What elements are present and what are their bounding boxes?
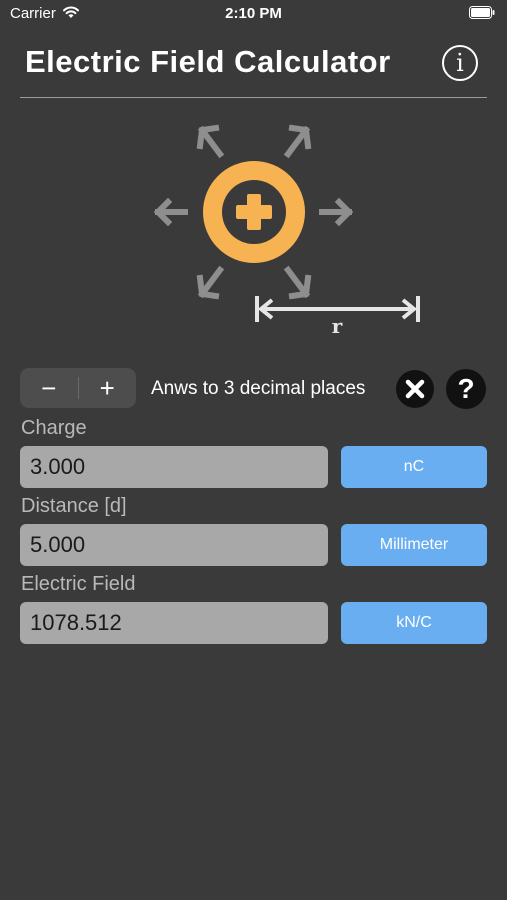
distance-label: r [332,314,343,338]
clear-button[interactable] [396,370,434,408]
arrow-down-right-icon [283,265,312,300]
charge-input[interactable]: 3.000 [20,446,328,488]
info-button[interactable]: i [442,45,478,81]
distance-unit-button[interactable]: Millimeter [341,524,487,566]
electric-field-output[interactable]: 1078.512 [20,602,328,644]
electric-field-unit-button[interactable]: kN/C [341,602,487,644]
battery-icon [469,6,495,19]
precision-stepper[interactable]: − + [20,368,136,408]
arrow-up-left-icon [196,124,225,159]
status-time: 2:10 PM [225,5,282,22]
charge-label: Charge [21,417,87,439]
increment-button[interactable]: + [79,368,137,408]
status-bar: Carrier 2:10 PM [0,0,507,28]
help-button[interactable]: ? [446,369,486,409]
arrow-left-icon [153,197,188,227]
arrow-down-left-icon [196,265,225,300]
arrow-up-right-icon [283,124,312,159]
positive-charge-icon [203,161,305,263]
close-icon [405,379,425,399]
header-divider [20,97,487,98]
distance-label-field: Distance [d] [21,495,127,517]
distance-input[interactable]: 5.000 [20,524,328,566]
electric-field-label: Electric Field [21,573,136,595]
precision-label: Anws to 3 decimal places [151,378,366,399]
decrement-button[interactable]: − [20,368,78,408]
charge-unit-button[interactable]: nC [341,446,487,488]
page-title: Electric Field Calculator [25,44,391,79]
arrow-right-icon [319,197,354,227]
electric-field-diagram: r [153,124,420,338]
info-icon: i [456,49,464,77]
